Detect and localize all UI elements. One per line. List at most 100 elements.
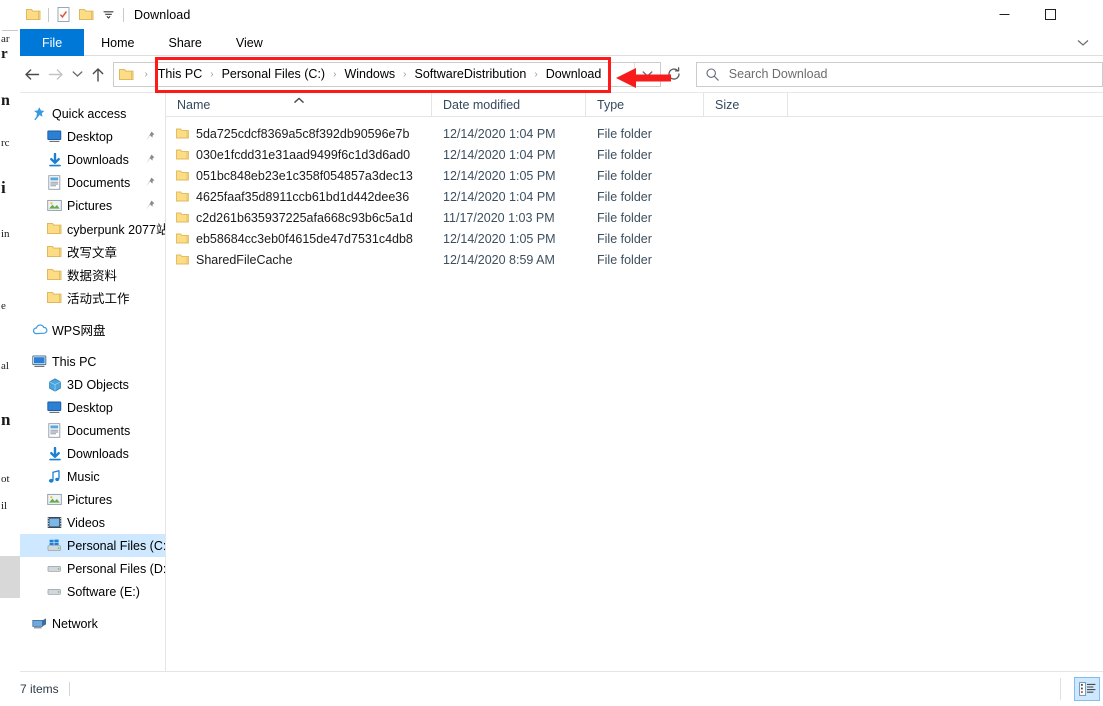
column-header-name[interactable]: Name — [166, 93, 432, 116]
file-list-pane[interactable]: Name Date modified Type Size 5da725cdcf8… — [166, 93, 1103, 671]
sidebar-item-personal-files-d[interactable]: Personal Files (D:) — [20, 557, 165, 580]
item-count: 7 items — [20, 682, 59, 696]
column-header-size[interactable]: Size — [704, 93, 788, 116]
navigation-pane[interactable]: Quick access Desktop Downloads Documents… — [20, 93, 166, 671]
sidebar-item-music[interactable]: Music — [20, 465, 165, 488]
file-type: File folder — [597, 231, 652, 246]
breadcrumb-item-this-pc[interactable]: This PC — [156, 67, 204, 81]
sidebar-item-label: Documents — [67, 423, 131, 438]
view-buttons — [1074, 677, 1103, 701]
table-row[interactable]: 051bc848eb23e1c358f054857a3dec13 12/14/2… — [166, 165, 1103, 186]
bg-fragment: ar — [1, 33, 10, 45]
sidebar-item-label: WPS网盘 — [52, 324, 106, 338]
tab-view[interactable]: View — [219, 29, 280, 56]
folder-icon — [176, 149, 189, 160]
3d-objects-icon — [44, 377, 65, 392]
file-name-cell: 030e1fcdd31e31aad9499f6c1d3d6ad0 — [166, 148, 432, 162]
sidebar-item-label: This PC — [52, 354, 97, 369]
breadcrumb-item-windows[interactable]: Windows — [342, 67, 397, 81]
sidebar-item-pictures-pc[interactable]: Pictures — [20, 488, 165, 511]
folder-icon — [176, 191, 189, 202]
sidebar-item-quick-access[interactable]: Quick access — [20, 102, 165, 125]
sidebar-item-desktop-pc[interactable]: Desktop — [20, 396, 165, 419]
table-row[interactable]: 4625faaf35d8911ccb61bd1d442dee36 12/14/2… — [166, 186, 1103, 207]
sidebar-item-rewrite-articles[interactable]: 改写文章 — [20, 240, 165, 263]
bg-fragment: r — [1, 46, 8, 62]
table-row[interactable]: c2d261b635937225afa668c93b6c5a1d 11/17/2… — [166, 207, 1103, 228]
quick-access-toolbar — [20, 4, 128, 26]
breadcrumb-item-personal-files-c[interactable]: Personal Files (C:) — [220, 67, 328, 81]
properties-icon[interactable] — [53, 4, 75, 26]
column-header-date-modified[interactable]: Date modified — [432, 93, 586, 116]
sidebar-item-label: Videos — [67, 515, 105, 530]
pin-icon[interactable] — [145, 177, 155, 191]
sidebar-item-downloads-pc[interactable]: Downloads — [20, 442, 165, 465]
search-placeholder: Search Download — [728, 67, 828, 81]
sidebar-item-desktop[interactable]: Desktop — [20, 125, 165, 148]
sidebar-item-documents[interactable]: Documents — [20, 171, 165, 194]
table-row[interactable]: 030e1fcdd31e31aad9499f6c1d3d6ad0 12/14/2… — [166, 144, 1103, 165]
status-bar: 7 items — [20, 671, 1103, 706]
file-name: c2d261b635937225afa668c93b6c5a1d — [196, 210, 413, 225]
background-window-text: ar r n rc i in e al n ot il — [0, 0, 22, 706]
file-name: SharedFileCache — [196, 252, 293, 267]
column-header-type[interactable]: Type — [586, 93, 704, 116]
address-bar[interactable]: › This PC › Personal Files (C:) › Window… — [113, 61, 661, 87]
tab-file[interactable]: File — [20, 29, 85, 56]
sidebar-item-activity-work[interactable]: 活动式工作 — [20, 286, 165, 309]
breadcrumb-separator[interactable]: › — [204, 69, 219, 80]
sidebar-item-videos[interactable]: Videos — [20, 511, 165, 534]
sidebar-item-3d-objects[interactable]: 3D Objects — [20, 373, 165, 396]
breadcrumb-separator[interactable]: › — [327, 69, 342, 80]
sidebar-item-cyberpunk-2077[interactable]: cyberpunk 2077站更 — [20, 217, 165, 240]
breadcrumb-separator[interactable]: › — [397, 69, 412, 80]
up-button[interactable] — [86, 59, 110, 89]
sidebar-item-software-e[interactable]: Software (E:) — [20, 580, 165, 603]
sidebar-item-network[interactable]: Network — [20, 612, 165, 635]
sidebar-item-documents-pc[interactable]: Documents — [20, 419, 165, 442]
file-name-cell: 4625faaf35d8911ccb61bd1d442dee36 — [166, 190, 432, 204]
chevron-down-icon[interactable] — [1071, 29, 1095, 56]
sidebar-item-label: 改写文章 — [67, 246, 118, 260]
sidebar-item-personal-files-c[interactable]: Personal Files (C:) — [20, 534, 165, 557]
documents-icon — [44, 423, 65, 438]
maximize-button[interactable] — [1027, 0, 1073, 29]
pin-icon[interactable] — [145, 154, 155, 168]
minimize-button[interactable] — [981, 0, 1027, 29]
windows-drive-icon — [44, 539, 65, 552]
folder-icon — [176, 212, 189, 223]
bg-fragment: i — [1, 178, 6, 197]
file-name: 5da725cdcf8369a5c8f392db90596e7b — [196, 126, 410, 141]
details-view-button[interactable] — [1074, 677, 1100, 701]
table-row[interactable]: SharedFileCache 12/14/2020 8:59 AM File … — [166, 249, 1103, 270]
folder-icon[interactable] — [22, 4, 44, 26]
tab-share[interactable]: Share — [152, 29, 219, 56]
pin-icon[interactable] — [145, 131, 155, 145]
sidebar-item-wps-cloud[interactable]: WPS网盘 — [20, 318, 165, 341]
new-folder-icon[interactable] — [75, 4, 97, 26]
sidebar-item-data-materials[interactable]: 数据资料 — [20, 263, 165, 286]
breadcrumb-item-softwaredistribution[interactable]: SoftwareDistribution — [413, 67, 529, 81]
chevron-down-icon[interactable] — [97, 4, 119, 26]
sidebar-item-pictures[interactable]: Pictures — [20, 194, 165, 217]
bg-fragment: n — [1, 92, 10, 109]
status-separator — [68, 682, 70, 696]
close-button[interactable] — [1073, 0, 1103, 29]
sidebar-item-downloads[interactable]: Downloads — [20, 148, 165, 171]
screen: ar r n rc i in e al n ot il Download Fil… — [0, 0, 1103, 706]
recent-locations-button[interactable] — [68, 59, 86, 89]
sort-ascending-icon — [293, 93, 304, 107]
sidebar-item-this-pc[interactable]: This PC — [20, 350, 165, 373]
table-row[interactable]: 5da725cdcf8369a5c8f392db90596e7b 12/14/2… — [166, 123, 1103, 144]
back-button[interactable] — [20, 59, 44, 89]
tab-home[interactable]: Home — [84, 29, 151, 56]
sidebar-item-label: 3D Objects — [67, 377, 129, 392]
breadcrumb-item-download[interactable]: Download — [544, 67, 604, 81]
table-row[interactable]: eb58684cc3eb0f4615de47d7531c4db8 12/14/2… — [166, 228, 1103, 249]
breadcrumb-separator[interactable]: › — [528, 69, 543, 80]
search-input[interactable]: Search Download — [695, 61, 1103, 87]
folder-icon — [114, 68, 138, 81]
this-pc-icon — [29, 355, 50, 368]
pin-icon[interactable] — [145, 200, 155, 214]
